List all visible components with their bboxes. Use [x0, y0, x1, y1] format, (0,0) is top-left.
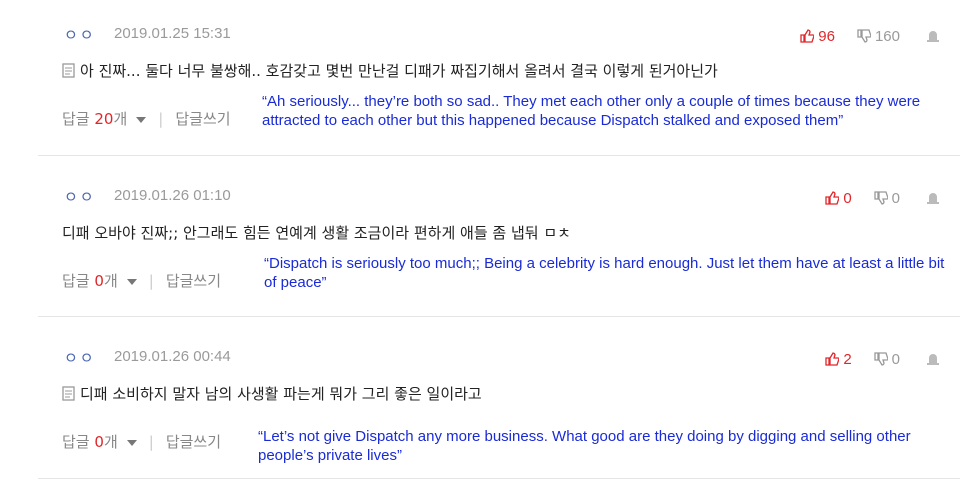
- divider: [38, 155, 960, 156]
- separator: |: [148, 271, 154, 290]
- divider: [38, 478, 960, 479]
- upvote-button[interactable]: 96: [800, 28, 835, 45]
- thumbs-up-icon: [825, 352, 840, 366]
- memo-icon: [62, 386, 75, 401]
- thumbs-up-icon: [825, 191, 840, 205]
- downvote-button[interactable]: 0: [874, 190, 900, 207]
- report-icon[interactable]: [926, 192, 940, 204]
- upvote-button[interactable]: 0: [825, 189, 852, 207]
- translation-text: “Ah seriously... they’re both so sad.. T…: [262, 93, 921, 129]
- comment-item: ㅇㅇ 2019.01.25 15:31 96 160 아 진짜... 둘다 너무…: [38, 24, 960, 134]
- comment-date: 2019.01.25 15:31: [114, 25, 231, 42]
- separator: |: [158, 109, 164, 128]
- report-icon[interactable]: [926, 353, 940, 365]
- reply-count: 0: [94, 272, 104, 290]
- comment-text: 아 진짜... 둘다 너무 불쌍해.. 호감갖고 몇번 만난걸 디패가 짜집기해…: [80, 62, 718, 80]
- thumbs-down-icon: [857, 29, 871, 43]
- chevron-down-icon[interactable]: [126, 279, 137, 285]
- comment-nickname[interactable]: ㅇㅇ: [64, 24, 96, 45]
- comment-nickname[interactable]: ㅇㅇ: [64, 347, 96, 368]
- memo-icon: [62, 63, 75, 78]
- thumbs-up-icon: [800, 29, 815, 43]
- chevron-down-icon[interactable]: [136, 117, 147, 123]
- comment-item: ㅇㅇ 2019.01.26 01:10 0 0 디패 오바야 진짜;; 안그래도…: [38, 186, 960, 296]
- comment-date: 2019.01.26 00:44: [114, 348, 231, 365]
- divider: [38, 316, 960, 317]
- reply-toggle[interactable]: 답글 0개: [62, 270, 118, 291]
- upvote-count: 0: [843, 189, 852, 207]
- write-reply-button[interactable]: 답글쓰기: [166, 431, 221, 452]
- reply-toggle[interactable]: 답글 20개: [62, 108, 127, 129]
- comment-item: ㅇㅇ 2019.01.26 00:44 2 0 디패 소비하지 말자 남의 사생…: [38, 347, 960, 467]
- comment-date: 2019.01.26 01:10: [114, 187, 231, 204]
- report-icon[interactable]: [926, 30, 940, 42]
- chevron-down-icon[interactable]: [126, 440, 137, 446]
- downvote-button[interactable]: 160: [857, 28, 900, 45]
- reply-count: 20: [94, 110, 114, 128]
- comment-text: 디패 오바야 진짜;; 안그래도 힘든 연예계 생활 조금이라 편하게 애들 좀…: [62, 224, 571, 242]
- write-reply-button[interactable]: 답글쓰기: [166, 270, 221, 291]
- separator: |: [148, 432, 154, 451]
- downvote-button[interactable]: 0: [874, 351, 900, 368]
- comment-text: 디패 소비하지 말자 남의 사생활 파는게 뭐가 그리 좋은 일이라고: [80, 385, 482, 403]
- downvote-count: 0: [891, 350, 900, 368]
- reply-count: 0: [94, 433, 104, 451]
- comment-nickname[interactable]: ㅇㅇ: [64, 186, 96, 207]
- thumbs-down-icon: [874, 352, 888, 366]
- upvote-count: 96: [818, 27, 835, 45]
- translation-text: “Let’s not give Dispatch any more busine…: [258, 428, 911, 464]
- translation-text: “Dispatch is seriously too much;; Being …: [264, 255, 945, 291]
- upvote-button[interactable]: 2: [825, 350, 852, 368]
- thumbs-down-icon: [874, 191, 888, 205]
- write-reply-button[interactable]: 답글쓰기: [175, 108, 230, 129]
- reply-toggle[interactable]: 답글 0개: [62, 431, 118, 452]
- downvote-count: 160: [874, 27, 900, 45]
- upvote-count: 2: [843, 350, 852, 368]
- downvote-count: 0: [891, 189, 900, 207]
